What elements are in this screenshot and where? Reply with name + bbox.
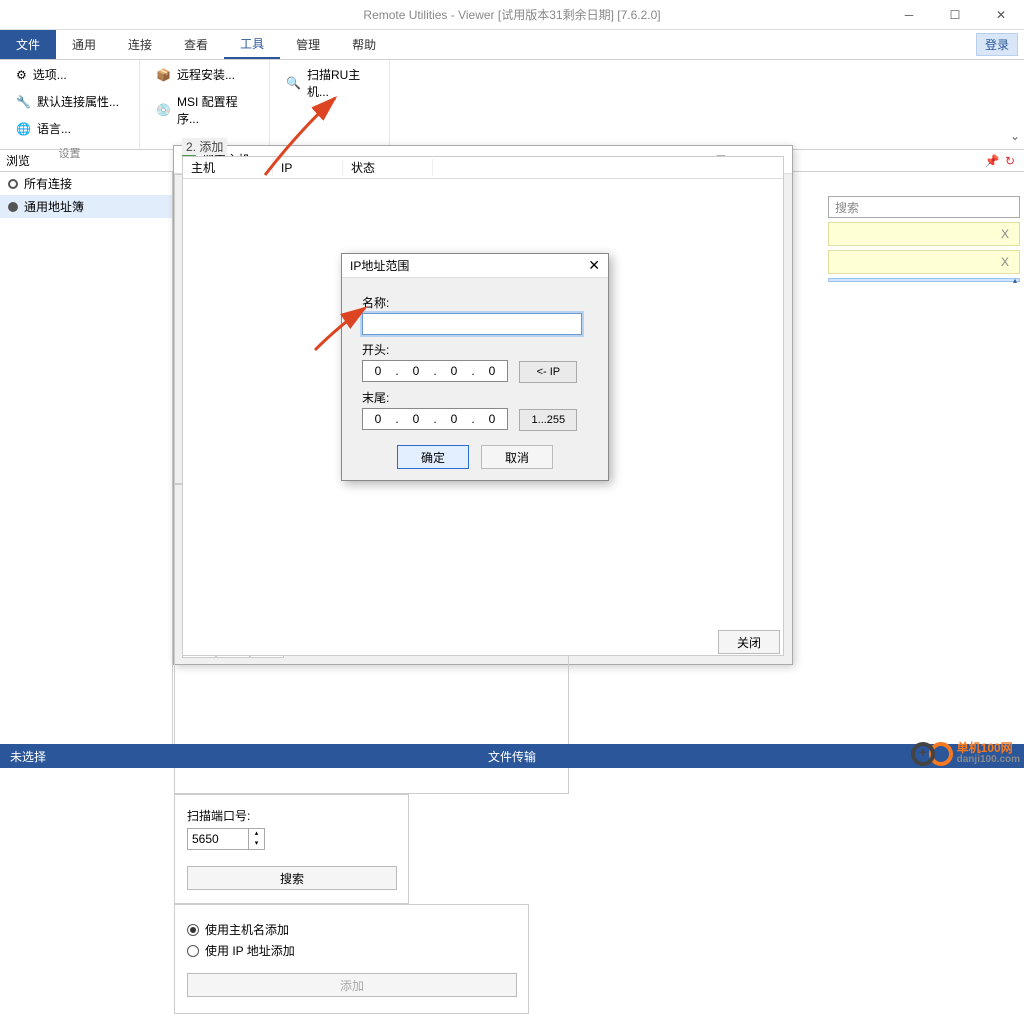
tab-view[interactable]: 查看 (168, 30, 224, 59)
tab-connect[interactable]: 连接 (112, 30, 168, 59)
close-button-dlg1[interactable]: 关闭 (718, 630, 780, 654)
tab-manage[interactable]: 管理 (280, 30, 336, 59)
col-status[interactable]: 状态 (343, 159, 433, 176)
ribbon-msi-config[interactable]: 💿MSI 配置程序... (152, 91, 257, 129)
port-label: 扫描端口号: (187, 807, 396, 824)
add-panel: 2. 添加 使用主机名添加 使用 IP 地址添加 添加 (174, 904, 529, 1014)
port-spinner[interactable]: ▴▾ (249, 828, 265, 850)
disk-icon: 💿 (156, 103, 171, 117)
add-button[interactable]: 添加 (187, 973, 517, 997)
window-title: Remote Utilities - Viewer [试用版本31剩余日期] [… (363, 6, 660, 23)
login-button[interactable]: 登录 (976, 33, 1018, 56)
refresh-icon[interactable]: ↻ (1002, 153, 1018, 169)
ribbon-language[interactable]: 🌐语言... (12, 118, 127, 139)
start-label: 开头: (362, 341, 588, 358)
tab-common[interactable]: 通用 (56, 30, 112, 59)
yellow-row-2[interactable]: X (828, 250, 1020, 274)
tab-file[interactable]: 文件 (0, 30, 56, 59)
arrow-ip-button[interactable]: <- IP (519, 361, 577, 383)
bullet-icon (8, 202, 18, 212)
col-ip[interactable]: IP (273, 161, 343, 175)
cancel-button[interactable]: 取消 (481, 445, 553, 469)
radio-add-by-ip[interactable]: 使用 IP 地址添加 (187, 942, 516, 959)
start-ip-input[interactable]: 0.0.0.0 (362, 360, 508, 382)
range-255-button[interactable]: 1...255 (519, 409, 577, 431)
end-ip-input[interactable]: 0.0.0.0 (362, 408, 508, 430)
search-button[interactable]: 搜索 (187, 866, 397, 890)
col-host[interactable]: 主机 (183, 159, 273, 176)
pin-icon[interactable]: 📌 (984, 153, 1000, 169)
tab-help[interactable]: 帮助 (336, 30, 392, 59)
watermark-logo: 单机100网danji100.com (911, 742, 1020, 766)
search-icon: 🔍 (286, 76, 301, 90)
ip-range-dialog: IP地址范围 ✕ 名称: 开头: 0.0.0.0 <- IP 末尾: 0.0.0… (341, 253, 609, 481)
status-left: 未选择 (10, 748, 46, 765)
name-label: 名称: (362, 294, 588, 311)
name-input[interactable] (362, 313, 582, 335)
close-button[interactable]: ✕ (978, 0, 1024, 30)
sidebar: 所有连接 通用地址簿 (0, 172, 173, 744)
dlg2-close[interactable]: ✕ (588, 257, 600, 274)
end-label: 末尾: (362, 389, 588, 406)
tab-tools[interactable]: 工具 (224, 30, 280, 59)
port-input[interactable] (187, 828, 249, 850)
gear-icon: ⚙ (16, 68, 27, 82)
tree-all-connections[interactable]: 所有连接 (0, 172, 172, 195)
ribbon-scan-ru[interactable]: 🔍扫描RU主机... (282, 64, 377, 102)
package-icon: 📦 (156, 68, 171, 82)
ribbon-options[interactable]: ⚙选项... (12, 64, 127, 85)
wrench-icon: 🔧 (16, 95, 31, 109)
ok-button[interactable]: 确定 (397, 445, 469, 469)
dlg2-title: IP地址范围 (350, 257, 409, 274)
radio-add-by-host[interactable]: 使用主机名添加 (187, 921, 516, 938)
tree-address-book[interactable]: 通用地址簿 (0, 195, 172, 218)
add-group-label: 2. 添加 (182, 138, 227, 155)
maximize-button[interactable]: ☐ (932, 0, 978, 30)
right-panel: 搜索 X X ▴ (828, 196, 1020, 282)
yellow-row-1[interactable]: X (828, 222, 1020, 246)
blue-strip[interactable]: ▴ (828, 278, 1020, 282)
ribbon-collapse-chevron[interactable]: ⌄ (1006, 60, 1024, 149)
bullet-icon (8, 179, 18, 189)
minimize-button[interactable]: ─ (886, 0, 932, 30)
globe-icon: 🌐 (16, 122, 31, 136)
search-input[interactable]: 搜索 (828, 196, 1020, 218)
search-panel: 1. 搜索 扫描端口号: ▴▾ 搜索 (174, 794, 409, 904)
ribbon-remote-install[interactable]: 📦远程安装... (152, 64, 257, 85)
ribbon-default-conn[interactable]: 🔧默认连接属性... (12, 91, 127, 112)
status-center: 文件传输 (488, 748, 536, 765)
